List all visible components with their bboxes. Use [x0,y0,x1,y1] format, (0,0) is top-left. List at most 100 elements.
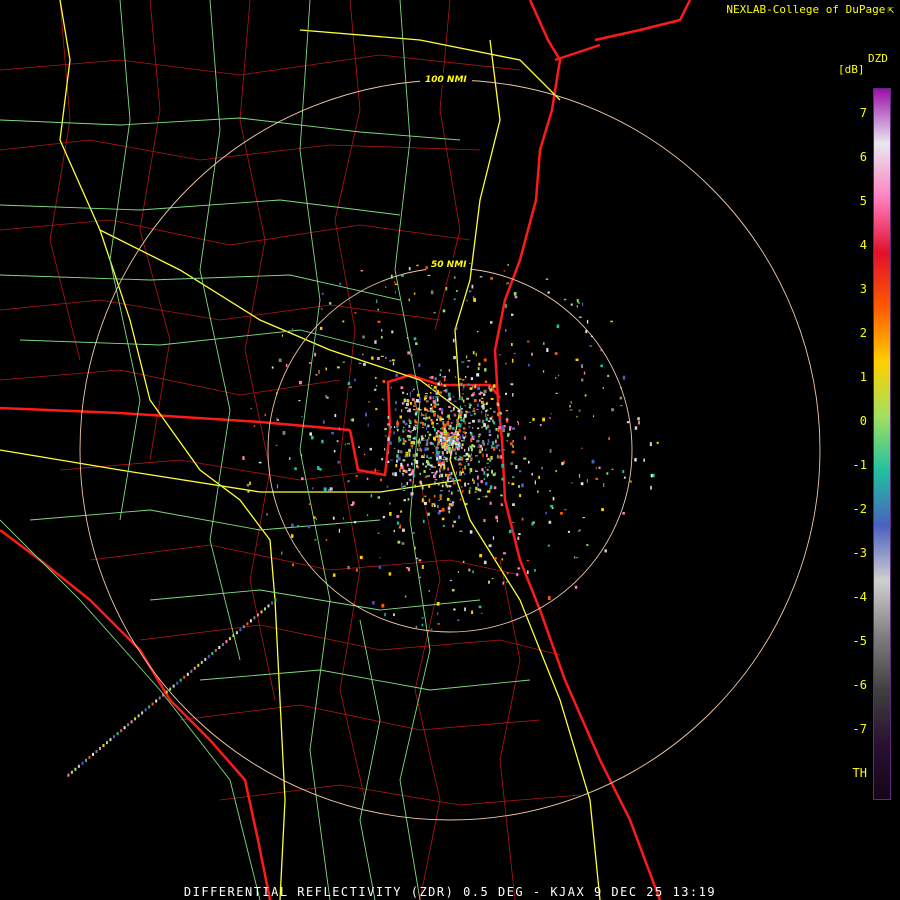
radar-echo [292,563,294,567]
radar-echo [403,485,406,487]
radar-echo [387,437,390,441]
radar-echo [480,612,483,614]
radar-echo [436,397,439,402]
radar-echo [467,411,471,413]
range-label-50: 50 NMI [431,260,467,270]
radar-echo [603,483,605,487]
radar-echo [626,421,630,424]
radar-echo [622,512,625,515]
radar-echo [402,474,405,476]
radar-echo [537,490,539,493]
radar-echo [435,474,437,478]
radar-echo [449,474,451,476]
radar-echo [426,455,429,458]
radar-echo [382,379,386,383]
radar-echo [455,446,457,449]
radar-echo [432,425,434,428]
radar-echo [483,471,486,475]
radar-echo [459,498,462,501]
radar-echo [448,405,451,408]
radar-echo [414,484,417,488]
radar-echo [250,407,253,410]
radar-echo [453,356,456,360]
radar-echo [602,387,604,389]
radar-echo [437,483,440,486]
radar-echo [374,468,376,472]
radar-echo [415,625,418,629]
radar-echo [528,460,530,464]
radar-echo [432,400,436,404]
radar-echo [325,539,328,541]
radar-echo [448,490,450,492]
radar-echo [437,612,439,616]
radar-echo [387,423,390,426]
radar-echo [480,480,483,484]
radial-echo [225,640,228,644]
radar-echo [519,470,522,473]
radar-echo [457,571,459,573]
radar-echo [452,396,455,398]
radar-echo [620,405,623,407]
radar-echo [488,544,492,548]
radar-echo [409,473,412,476]
radar-echo [425,413,427,418]
radar-echo [470,377,473,380]
radar-echo [385,357,387,359]
radar-echo [451,434,454,438]
radar-echo [518,485,520,488]
radar-echo [445,287,448,291]
radar-echo [459,442,461,445]
radar-echo [415,557,419,560]
radar-echo [426,400,429,403]
radar-echo [508,529,512,534]
radar-echo [447,476,450,480]
radar-echo [415,460,419,464]
radar-echo [567,530,570,533]
radar-echo [456,290,458,292]
radial-echo [186,672,189,676]
radar-echo [623,476,626,479]
radar-echo [487,442,489,446]
radar-echo [405,429,407,431]
radar-echo [452,478,455,480]
radar-echo [466,397,470,400]
radar-echo [482,496,485,498]
radar-echo [347,443,351,445]
radar-echo [508,482,510,484]
radar-echo [468,489,471,494]
radar-echo [369,447,372,451]
radar-echo [511,482,515,486]
radar-echo [329,302,332,305]
radar-echo [436,450,438,455]
radar-echo [431,388,434,390]
radar-echo [563,460,565,465]
radar-echo [477,475,479,480]
radar-echo [488,429,491,433]
radar-echo [554,352,558,355]
radar-echo [491,578,494,579]
radar-echo [459,405,461,409]
radar-echo [399,415,402,419]
radar-echo [462,427,466,430]
radar-echo [492,384,496,388]
radar-echo [323,487,327,491]
radial-echo [235,631,238,635]
radar-echo [276,392,278,395]
radar-echo [511,313,514,316]
radial-echo [228,637,231,641]
radar-echo [422,462,424,466]
radar-echo [455,442,457,444]
radar-echo [419,472,421,475]
radar-echo [393,613,395,617]
radar-echo [577,530,580,533]
radar-echo [242,456,245,460]
radar-echoes [242,263,659,630]
radar-echo [490,277,493,280]
radar-echo [450,471,453,476]
radar-echo [381,328,383,332]
radar-echo [441,451,444,455]
radar-echo [365,412,367,417]
radar-echo [433,502,435,506]
radar-echo [355,568,358,572]
radar-echo [495,515,498,520]
